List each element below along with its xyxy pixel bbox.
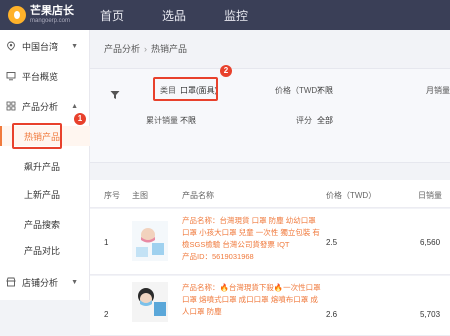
caret-down-icon: ▼ <box>71 278 78 286</box>
store-icon <box>6 277 16 287</box>
main-nav: 首页 选品 监控 <box>100 0 286 30</box>
table-header: 序号 主图 产品名称 价格（TWD） 日销量 <box>90 180 450 208</box>
product-daily-sales: 6,560 <box>420 238 441 247</box>
breadcrumb-current: 热销产品 <box>151 44 188 54</box>
breadcrumb-separator: › <box>144 44 148 54</box>
row-index: 1 <box>104 238 109 247</box>
sidebar-item-store-analysis[interactable]: 店铺分析 ▼ <box>0 272 90 292</box>
product-price: 2.5 <box>326 238 338 247</box>
breadcrumb: 产品分析 › 热销产品 <box>104 42 187 55</box>
mango-logo-icon <box>8 6 26 24</box>
product-thumbnail[interactable] <box>132 221 168 261</box>
logo-subtitle: mangoerp.com <box>30 18 71 24</box>
table-row[interactable]: 1 产品名称：台灣現貨 口罩 防塵 幼幼口罩 口罩 小孩大口罩 兒童 一次性 獨… <box>90 209 450 275</box>
total-sales-value[interactable]: 不限 <box>180 115 196 126</box>
monitor-icon <box>6 71 16 81</box>
nav-monitor[interactable]: 监控 <box>224 7 248 24</box>
rating-value[interactable]: 全部 <box>317 115 333 126</box>
product-price: 2.6 <box>326 310 338 319</box>
logo[interactable]: 芒果店长 mangoerp.com <box>0 0 88 30</box>
sidebar-subitem-compare[interactable]: 产品对比 <box>0 240 90 260</box>
table-row[interactable]: 2 产品名称：🔥台灣現貨下殺🔥一次性口罩 口罩 熔噴式口罩 成口口罩 熔噴布口罩… <box>90 276 450 336</box>
logo-name: 芒果店长 <box>30 5 74 17</box>
region-label: 中国台湾 <box>22 41 59 52</box>
product-name[interactable]: 产品名称：台灣現貨 口罩 防塵 幼幼口罩 口罩 小孩大口罩 兒童 一次性 獨立包… <box>182 215 322 263</box>
filter-panel: 类目 口罩(面具) 2 价格（TWD） 不限 月销量 累计销量 不限 评分 全部 <box>90 65 450 163</box>
total-sales-label: 累计销量 <box>146 116 178 125</box>
sidebar: 中国台湾 ▼ 平台概览 产品分析 ▲ 热销产品 1 飙升产品 上新产品 产品搜索… <box>0 30 90 300</box>
sidebar-subitem-label: 产品对比 <box>24 245 61 256</box>
top-navbar: 芒果店长 mangoerp.com 首页 选品 监控 <box>0 0 450 30</box>
annotation-highlight-1 <box>12 123 62 149</box>
sidebar-item-label: 产品分析 <box>22 101 59 112</box>
sidebar-subitem-rising[interactable]: 飙升产品 <box>0 156 90 176</box>
region-selector[interactable]: 中国台湾 ▼ <box>0 36 90 56</box>
product-thumbnail[interactable] <box>132 282 168 322</box>
sidebar-subitem-label: 上新产品 <box>24 189 61 200</box>
sidebar-subitem-label: 产品搜索 <box>24 219 61 230</box>
nav-home[interactable]: 首页 <box>100 7 124 24</box>
rating-label: 评分 <box>296 116 312 125</box>
monthly-sales-label: 月销量 <box>426 86 450 95</box>
caret-down-icon: ▼ <box>71 42 78 50</box>
col-name: 产品名称 <box>182 191 214 200</box>
nav-selection[interactable]: 选品 <box>162 7 186 24</box>
product-daily-sales: 5,703 <box>420 310 441 319</box>
sidebar-item-overview[interactable]: 平台概览 <box>0 66 90 86</box>
grid-icon <box>6 101 16 111</box>
main-content: 产品分析 › 热销产品 类目 口罩(面具) 2 价格（TWD） 不限 月销量 累计销… <box>90 30 450 336</box>
filter-funnel-icon <box>110 87 120 99</box>
row-index: 2 <box>104 310 109 319</box>
col-daily-sales[interactable]: 日销量 <box>418 190 442 201</box>
col-image: 主图 <box>132 191 148 200</box>
sidebar-item-label: 店铺分析 <box>22 277 59 288</box>
annotation-badge-1: 1 <box>74 113 86 125</box>
price-value[interactable]: 不限 <box>317 85 333 96</box>
annotation-highlight-2 <box>153 77 218 101</box>
caret-up-icon: ▲ <box>71 102 78 110</box>
location-pin-icon <box>6 41 16 51</box>
product-name[interactable]: 产品名称：🔥台灣現貨下殺🔥一次性口罩 口罩 熔噴式口罩 成口口罩 熔噴布口罩 成… <box>182 282 322 318</box>
annotation-badge-2: 2 <box>220 65 232 77</box>
breadcrumb-parent[interactable]: 产品分析 <box>104 44 140 54</box>
sidebar-subitem-search[interactable]: 产品搜索 <box>0 214 90 234</box>
col-index: 序号 <box>104 191 120 200</box>
col-price[interactable]: 价格（TWD） <box>326 190 376 201</box>
sidebar-item-label: 平台概览 <box>22 71 59 82</box>
sidebar-subitem-label: 飙升产品 <box>24 161 61 172</box>
sidebar-subitem-new[interactable]: 上新产品 <box>0 184 90 204</box>
